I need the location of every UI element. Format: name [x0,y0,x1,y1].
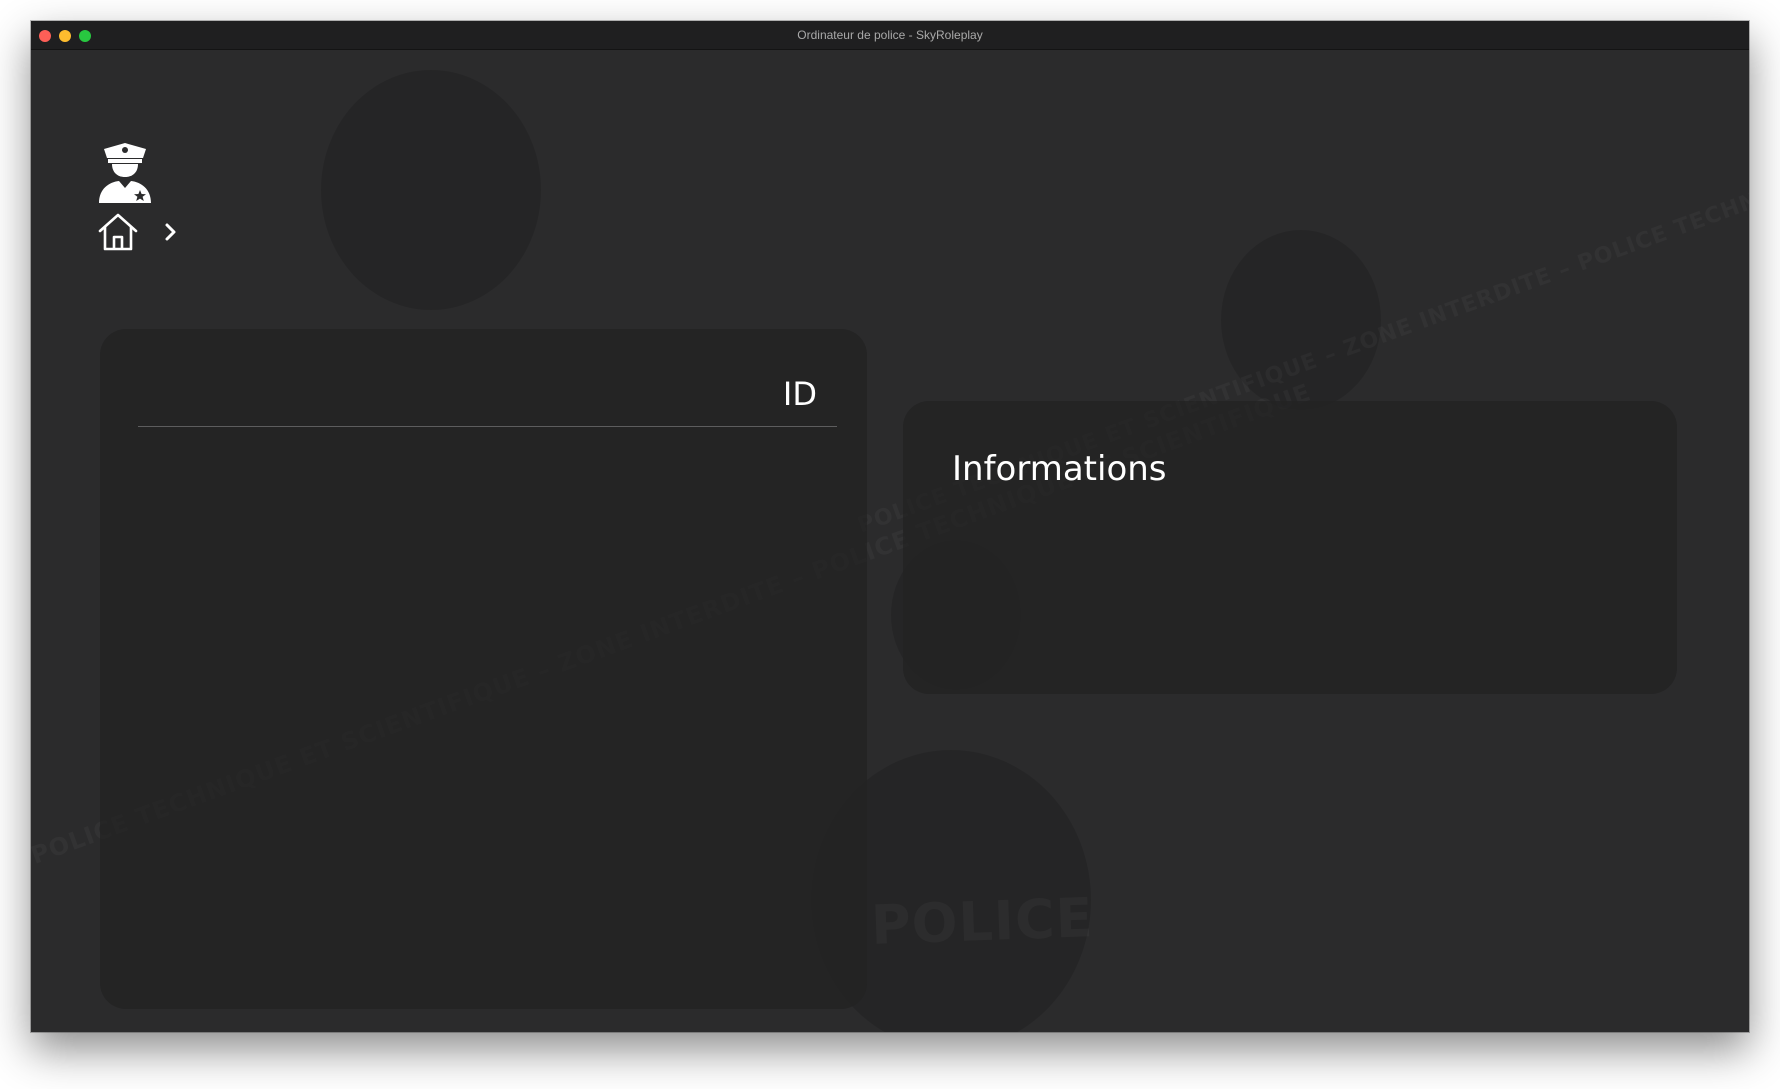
informations-panel: Informations [903,401,1677,694]
id-divider [138,426,837,427]
home-icon[interactable] [97,212,139,252]
app-window: Ordinateur de police - SkyRoleplay POLIC… [31,21,1749,1032]
title-bar[interactable]: Ordinateur de police - SkyRoleplay [31,21,1749,50]
main-content: POLICE TECHNIQUE ET SCIENTIFIQUE – ZONE … [31,50,1749,1032]
informations-heading: Informations [952,449,1167,489]
id-heading: ID [782,375,817,413]
police-officer-icon [99,143,151,203]
id-panel: ID [100,329,867,1009]
breadcrumb [97,212,181,252]
chevron-right-icon [165,223,176,241]
window-title: Ordinateur de police - SkyRoleplay [797,28,983,42]
